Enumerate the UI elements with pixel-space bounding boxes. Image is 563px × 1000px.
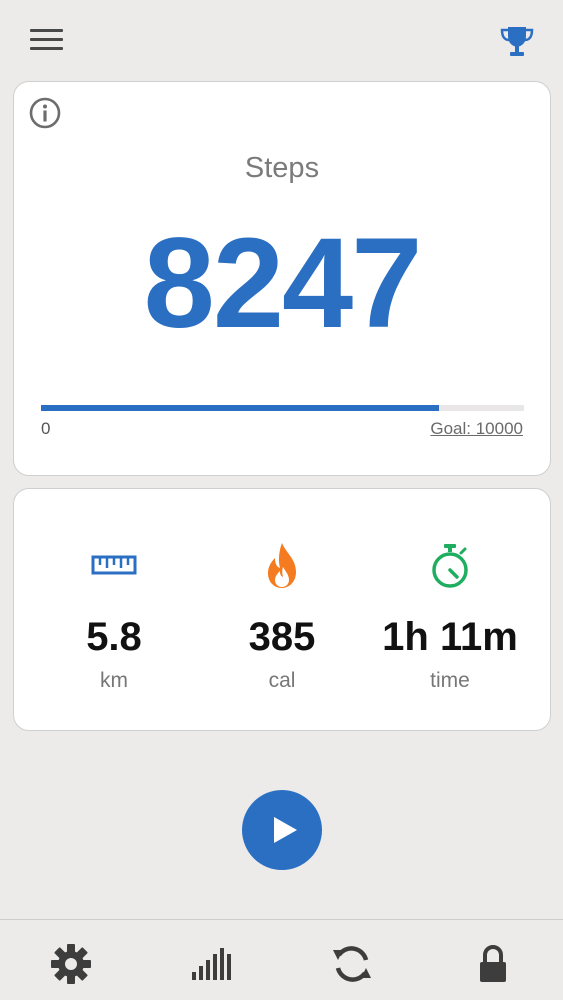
steps-card: Steps 8247 0 Goal: 10000 xyxy=(13,81,551,476)
refresh-icon xyxy=(333,946,371,982)
calories-unit: cal xyxy=(268,669,296,692)
bar-chart-icon xyxy=(192,948,231,980)
play-icon xyxy=(274,817,297,843)
steps-progress-bar xyxy=(41,405,524,411)
stats-card: 5.8 km 385 cal 1h 11m time xyxy=(13,488,551,731)
flame-icon xyxy=(268,543,296,588)
settings-button[interactable] xyxy=(49,942,93,986)
statistics-button[interactable] xyxy=(189,942,233,986)
pedometer-app: Steps 8247 0 Goal: 10000 5.8 km 385 cal … xyxy=(0,0,563,1000)
time-value: 1h 11m xyxy=(382,615,518,659)
trophy-icon xyxy=(500,27,534,56)
time-unit: time xyxy=(430,669,470,692)
bottom-nav xyxy=(0,919,563,1000)
ruler-icon xyxy=(91,555,137,575)
settings-gear-icon xyxy=(51,944,91,984)
time-stat: 1h 11m time xyxy=(370,489,530,730)
distance-stat: 5.8 km xyxy=(34,489,194,730)
play-button[interactable] xyxy=(242,790,322,870)
info-icon xyxy=(29,97,61,129)
reset-button[interactable] xyxy=(330,942,374,986)
hamburger-menu-icon xyxy=(30,29,63,32)
menu-button[interactable] xyxy=(29,27,65,55)
progress-min-label: 0 xyxy=(41,419,51,438)
trophy-button[interactable] xyxy=(499,24,535,58)
calories-stat: 385 cal xyxy=(202,489,362,730)
lock-icon xyxy=(480,945,506,982)
steps-count: 8247 xyxy=(143,212,423,355)
info-button[interactable] xyxy=(28,96,62,130)
steps-label: Steps xyxy=(244,152,320,184)
steps-progress-fill xyxy=(41,405,440,411)
lock-button[interactable] xyxy=(471,942,515,986)
distance-unit: km xyxy=(100,669,128,692)
goal-link[interactable]: Goal: 10000 xyxy=(430,419,523,439)
stopwatch-icon xyxy=(432,544,468,588)
